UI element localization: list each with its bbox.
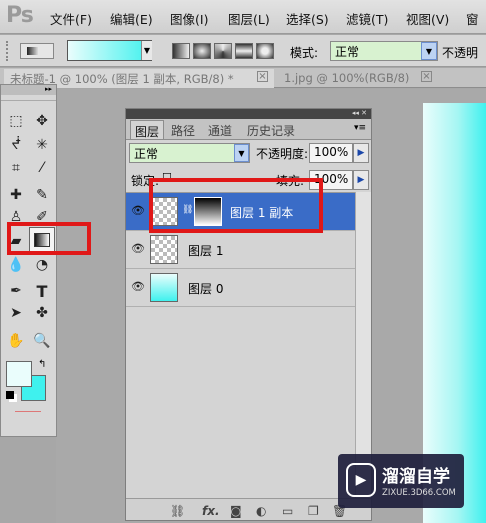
angle-gradient-button[interactable]: [214, 43, 232, 59]
watermark-title: 溜溜自学: [382, 467, 450, 487]
menu-image[interactable]: 图像(I): [170, 9, 208, 28]
menu-layer[interactable]: 图层(L): [228, 9, 270, 28]
tab-paths[interactable]: 路径: [167, 120, 199, 139]
grip-icon: [1, 95, 56, 101]
close-icon[interactable]: ×: [421, 71, 432, 82]
menu-bar: Ps 文件(F) 编辑(E) 图像(I) 图层(L) 选择(S) 滤镜(T) 视…: [0, 0, 486, 34]
shape-icon[interactable]: ✤: [31, 303, 53, 323]
chevron-down-icon[interactable]: ▼: [234, 144, 249, 162]
tab-history[interactable]: 历史记录: [243, 120, 299, 139]
panel-header[interactable]: ◂◂ ✕: [126, 109, 371, 119]
eye-icon[interactable]: 👁: [130, 280, 146, 294]
blur-icon[interactable]: 💧: [5, 255, 27, 275]
eye-icon[interactable]: 👁: [130, 242, 146, 256]
document-tabs: 未标题-1 @ 100% (图层 1 副本, RGB/8) * × 1.jpg …: [0, 68, 486, 88]
default-colors-icon[interactable]: [6, 391, 14, 399]
dodge-icon[interactable]: ◔: [31, 255, 53, 275]
layer-name: 图层 1: [188, 244, 224, 258]
zoom-icon[interactable]: 🔍: [31, 331, 53, 351]
play-logo-icon: ▶: [346, 463, 376, 497]
linear-gradient-button[interactable]: [172, 43, 190, 59]
watermark: ▶ 溜溜自学 ZIXUE.3D66.COM: [338, 454, 464, 508]
chevron-down-icon[interactable]: ▼: [141, 41, 152, 60]
fx-icon[interactable]: fx.: [202, 504, 220, 518]
adjustment-icon[interactable]: ◐: [256, 504, 266, 518]
options-bar: ▼ 模式: 正常 ▼ 不透明: [0, 35, 486, 67]
type-icon[interactable]: T: [31, 281, 53, 301]
move-icon[interactable]: ✥: [31, 111, 53, 131]
arrow-right-icon[interactable]: ▶: [353, 143, 369, 163]
gradient-picker[interactable]: [67, 40, 152, 61]
doc-tab-label: 1.jpg @ 100%(RGB/8): [284, 71, 410, 85]
tab-layers[interactable]: 图层: [130, 120, 165, 139]
brush-icon[interactable]: ✎: [31, 185, 53, 205]
toolbox: ▸▸ ⬚ ✥ ᖫ ✳ ⌗ ⁄ ✚ ✎ ♙ ✐ ▰ 💧 ◔ ✒ T ➤ ✤ ✋ 🔍…: [0, 84, 57, 437]
mode-label: 模式:: [290, 46, 319, 60]
chevron-down-icon[interactable]: ▼: [421, 42, 437, 60]
scrollbar[interactable]: [355, 192, 371, 498]
eyedropper-icon[interactable]: ⁄: [31, 158, 53, 178]
new-layer-icon[interactable]: ❐: [308, 504, 319, 518]
crop-icon[interactable]: ⌗: [5, 158, 27, 178]
layer-row[interactable]: 👁 图层 1: [126, 231, 355, 269]
opacity-value: 100%: [314, 145, 349, 159]
swap-colors-icon[interactable]: ↰: [38, 359, 46, 370]
divider: [15, 411, 41, 412]
opacity-input[interactable]: 100%: [309, 143, 353, 163]
reflected-gradient-button[interactable]: [235, 43, 253, 59]
toolbox-header[interactable]: ▸▸: [1, 85, 56, 95]
close-icon[interactable]: ×: [257, 71, 268, 82]
magic-wand-icon[interactable]: ✳: [31, 135, 53, 155]
lasso-icon[interactable]: ᖫ: [5, 135, 27, 155]
grip-icon: [6, 41, 14, 61]
panel-menu-icon[interactable]: ▾≡: [354, 123, 366, 133]
menu-select[interactable]: 选择(S): [286, 9, 329, 28]
layers-panel: ◂◂ ✕ 图层 路径 通道 历史记录 ▾≡ 正常 ▼ 不透明度: 100% ▶ …: [125, 108, 372, 521]
healing-icon[interactable]: ✚: [5, 185, 27, 205]
path-select-icon[interactable]: ➤: [5, 303, 27, 323]
eye-icon[interactable]: 👁: [130, 204, 146, 218]
mask-icon[interactable]: ◙: [230, 504, 242, 518]
menu-view[interactable]: 视图(V): [406, 9, 449, 28]
group-icon[interactable]: ▭: [282, 504, 293, 518]
foreground-color-swatch[interactable]: [6, 361, 32, 387]
menu-window[interactable]: 窗: [466, 9, 479, 28]
tool-preset-picker[interactable]: [20, 43, 54, 59]
tab-channels[interactable]: 通道: [204, 120, 236, 139]
highlight-box-tool: [7, 222, 91, 255]
hand-icon[interactable]: ✋: [5, 331, 27, 351]
watermark-url: ZIXUE.3D66.COM: [382, 488, 456, 498]
doc-tab[interactable]: 1.jpg @ 100%(RGB/8) ×: [278, 69, 438, 88]
menu-file[interactable]: 文件(F): [50, 9, 92, 28]
link-icon[interactable]: ⛓: [170, 504, 185, 518]
pen-icon[interactable]: ✒: [5, 281, 27, 301]
marquee-icon[interactable]: ⬚: [5, 111, 27, 131]
mode-value: 正常: [335, 45, 360, 59]
layer-row[interactable]: 👁 图层 0: [126, 269, 355, 307]
arrow-right-icon[interactable]: ▶: [353, 170, 369, 190]
layer-name: 图层 0: [188, 282, 224, 296]
blend-mode-select[interactable]: 正常: [129, 143, 250, 163]
layer-thumbnail: [150, 235, 178, 264]
photoshop-logo: Ps: [6, 3, 34, 28]
menu-edit[interactable]: 编辑(E): [110, 9, 153, 28]
layer-list: 👁 ⛓ 图层 1 副本 👁 图层 1 👁 图层 0: [126, 192, 355, 498]
gradient-tool-icon: [27, 47, 39, 55]
highlight-box-layer: [149, 178, 323, 233]
opacity-label: 不透明: [442, 46, 479, 60]
layer-thumbnail: [150, 273, 178, 302]
diamond-gradient-button[interactable]: [256, 43, 274, 59]
blend-mode-value: 正常: [134, 147, 159, 161]
menu-filter[interactable]: 滤镜(T): [346, 9, 388, 28]
opacity-label: 不透明度:: [256, 147, 309, 161]
radial-gradient-button[interactable]: [193, 43, 211, 59]
